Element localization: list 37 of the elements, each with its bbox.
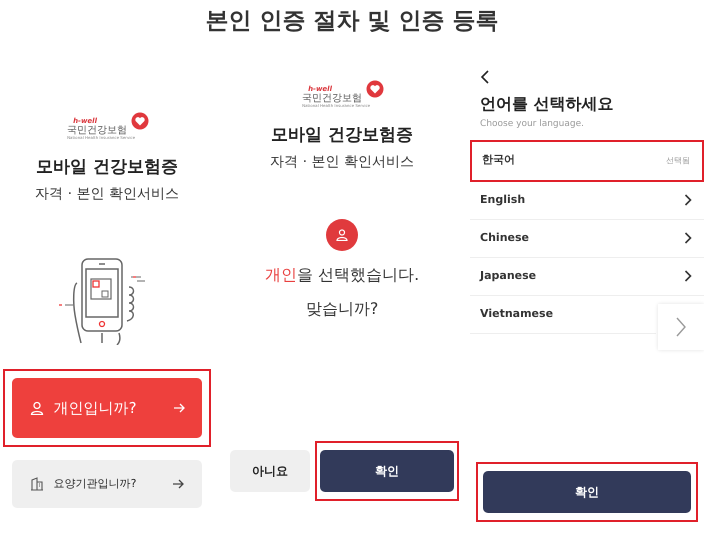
option-button[interactable]: 요양기관입니까? (12, 460, 202, 508)
confirmation-question: 맞습니까? (306, 298, 378, 320)
language-name: Chinese (480, 230, 530, 246)
language-row[interactable]: 한국어 선택됨 (470, 140, 704, 182)
language-name: 한국어 (482, 152, 516, 168)
confirmation-message: 개인을 선택했습니다. (265, 264, 420, 286)
screen-subheading: Choose your language. (480, 118, 585, 131)
building-icon (30, 477, 44, 492)
language-row[interactable]: English (470, 182, 704, 220)
language-name: Vietnamese (480, 306, 554, 322)
arrow-icon (172, 403, 185, 414)
confirm-button[interactable]: 확인 (483, 470, 692, 512)
screen-heading: 모바일 건강보험증 (36, 156, 178, 179)
screen-subheading: 자격 · 본인 확인서비스 (270, 153, 414, 172)
arrow-icon (172, 479, 184, 490)
language-row[interactable]: Vietnamese (470, 296, 656, 334)
logo-name: 국민건강보험 (67, 125, 128, 136)
screen-heading: 모바일 건강보험증 (271, 124, 414, 147)
language-row[interactable]: Japanese (470, 258, 704, 296)
action-button[interactable]: 아니요 (230, 450, 310, 492)
screen-subheading: 자격 · 본인 확인서비스 (35, 185, 179, 204)
back-icon[interactable] (480, 70, 490, 84)
chevron-right-icon (684, 232, 692, 244)
logo-name: 국민건강보험 (302, 93, 362, 104)
language-name: English (480, 192, 526, 208)
language-row[interactable]: Chinese (470, 220, 704, 258)
person-icon (326, 219, 358, 252)
chevron-right-icon (675, 317, 687, 337)
chevron-right-icon (684, 270, 692, 282)
language-name: Japanese (480, 268, 536, 284)
action-button[interactable]: 확인 (320, 450, 454, 492)
screen-heading: 언어를 선택하세요 (480, 93, 615, 115)
chevron-right-icon (684, 194, 692, 206)
person-icon (30, 401, 44, 416)
option-button[interactable]: 개인입니까? (12, 378, 202, 438)
selected-label: 선택됨 (666, 154, 690, 166)
page-title: 본인 인증 절차 및 인증 등록 (204, 7, 500, 36)
